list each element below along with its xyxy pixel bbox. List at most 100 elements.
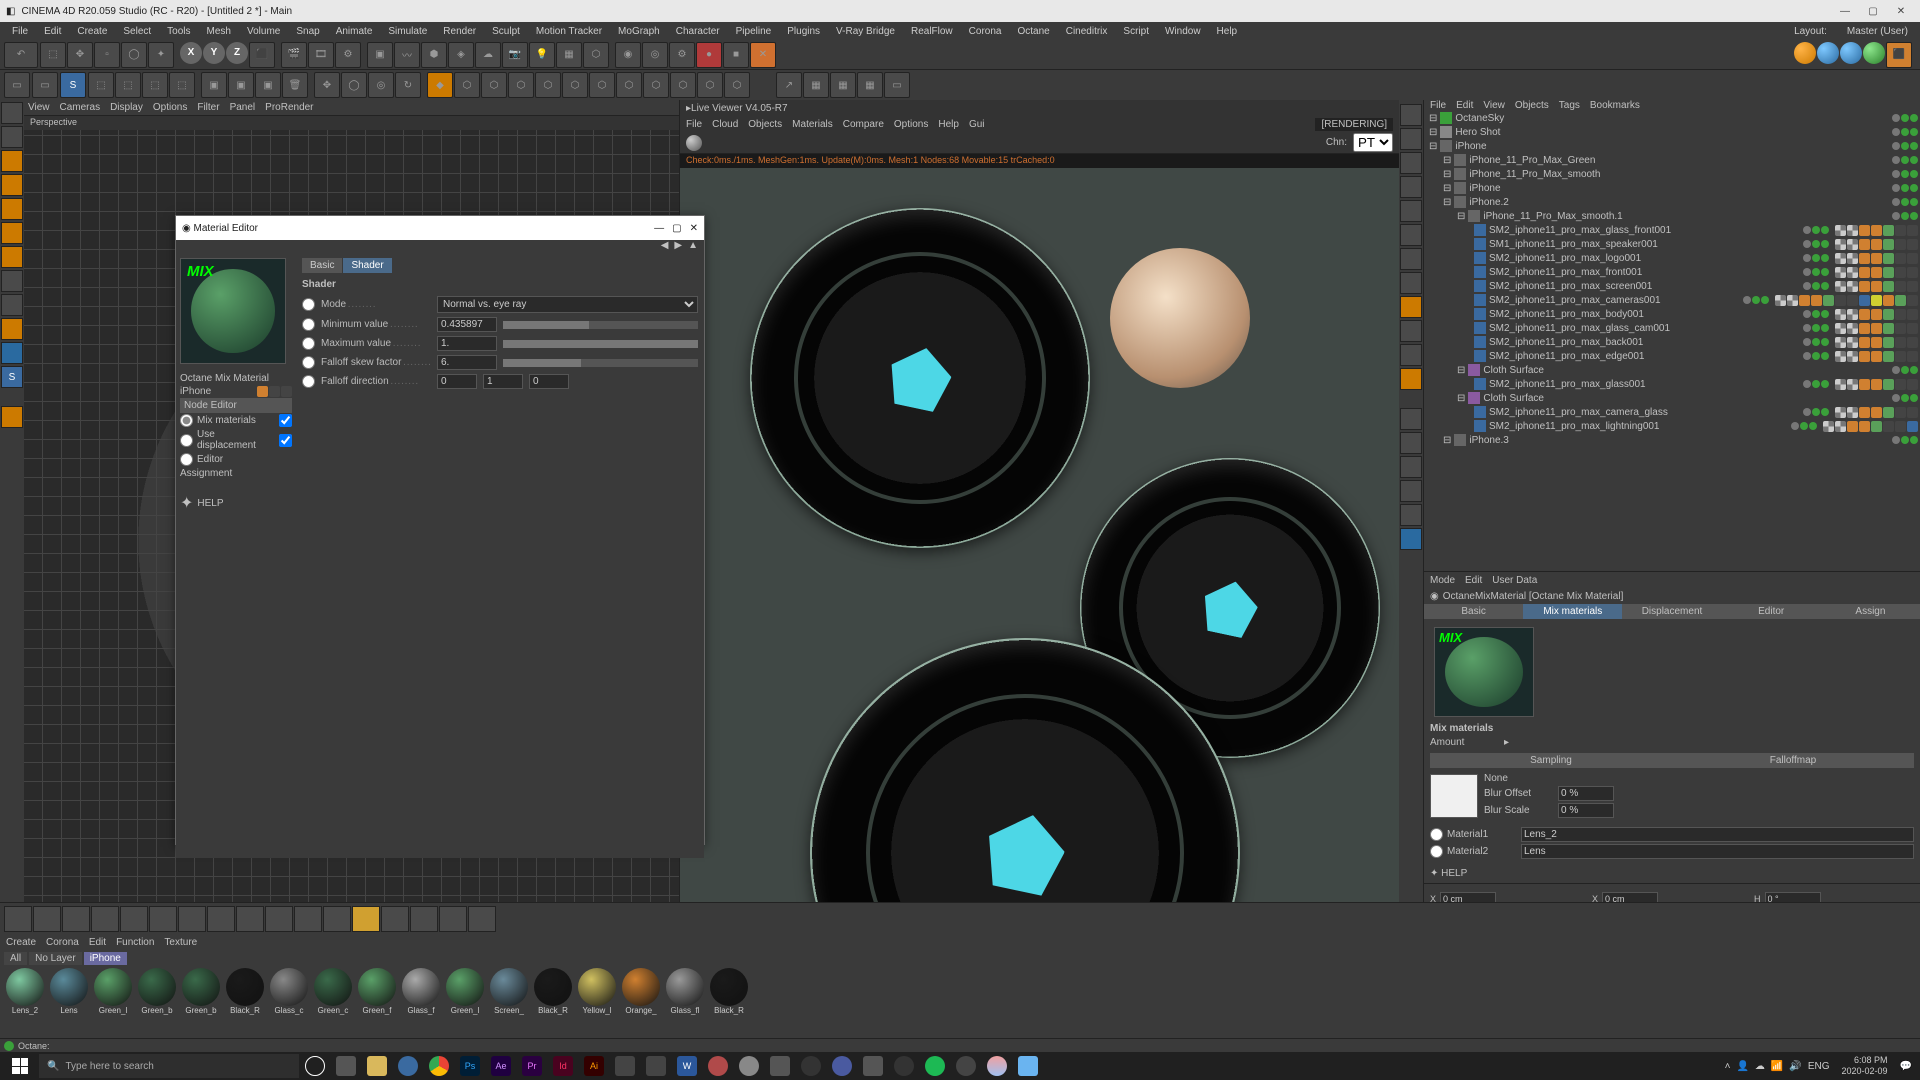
ls-poly-icon[interactable]: [1, 246, 23, 268]
app-2-icon[interactable]: [734, 1052, 764, 1080]
object-row[interactable]: ⊟iPhone_11_Pro_Max_Green: [1424, 153, 1920, 167]
spline-button[interactable]: 〰: [394, 42, 420, 68]
me-close-icon[interactable]: ✕: [690, 223, 698, 234]
me-skew-slider[interactable]: [503, 359, 698, 367]
ms-1[interactable]: [1400, 104, 1422, 126]
ms-12[interactable]: [1400, 368, 1422, 390]
me-nav-next-icon[interactable]: ▶: [674, 240, 682, 254]
me-mix-radio[interactable]: [180, 414, 193, 427]
expand-icon[interactable]: ⊟: [1457, 211, 1465, 222]
mf-nolayer[interactable]: No Layer: [29, 952, 82, 965]
menu-sculpt[interactable]: Sculpt: [484, 25, 528, 38]
pc-prev-key[interactable]: [91, 906, 119, 932]
menu-script[interactable]: Script: [1115, 25, 1157, 38]
material-item[interactable]: Screen_: [488, 968, 530, 1020]
me-node-editor-label[interactable]: Node Editor: [184, 400, 237, 411]
axis-y-toggle[interactable]: Y: [203, 42, 225, 64]
t2-btn-1[interactable]: ▭: [4, 72, 30, 98]
object-tags[interactable]: [1835, 239, 1918, 250]
object-row[interactable]: ⊟OctaneSky: [1424, 111, 1920, 125]
pc-play[interactable]: [149, 906, 177, 932]
vp-view[interactable]: View: [28, 102, 50, 113]
t2-grp1-4[interactable]: ⬚: [169, 72, 195, 98]
attr-tab-assign[interactable]: Assign: [1821, 604, 1920, 619]
menu-corona[interactable]: Corona: [961, 25, 1010, 38]
object-row[interactable]: ⊟iPhone: [1424, 181, 1920, 195]
attr-menu-userdata[interactable]: User Data: [1492, 575, 1537, 586]
me-max-input[interactable]: [437, 336, 497, 351]
field-button[interactable]: ⬡: [583, 42, 609, 68]
object-tags[interactable]: [1835, 407, 1918, 418]
cortana-icon[interactable]: [300, 1052, 330, 1080]
material-item[interactable]: Black_R: [532, 968, 574, 1020]
attr-tab-displacement[interactable]: Displacement: [1622, 604, 1721, 619]
material-item[interactable]: Green_c: [312, 968, 354, 1020]
undo-button[interactable]: ↶: [4, 42, 38, 68]
t2-node-11[interactable]: ⬡: [724, 72, 750, 98]
menu-mesh[interactable]: Mesh: [199, 25, 239, 38]
object-vis-dots[interactable]: [1791, 422, 1817, 430]
ms-13[interactable]: [1400, 408, 1422, 430]
me-fall-z[interactable]: [529, 374, 569, 389]
expand-icon[interactable]: ⊟: [1443, 435, 1451, 446]
edge-icon[interactable]: [393, 1052, 423, 1080]
explorer-icon[interactable]: [362, 1052, 392, 1080]
layout-value[interactable]: Master (User): [1839, 25, 1916, 38]
recent-tool-button[interactable]: ✦: [148, 42, 174, 68]
expand-icon[interactable]: ⊟: [1457, 393, 1465, 404]
vp-panel[interactable]: Panel: [230, 102, 256, 113]
attr-color-swatch[interactable]: [1430, 774, 1478, 818]
t2-node-9[interactable]: ⬡: [670, 72, 696, 98]
maximize-button[interactable]: ▢: [1860, 3, 1886, 19]
tray-volume-icon[interactable]: 🔊: [1789, 1061, 1801, 1072]
light-button[interactable]: 💡: [529, 42, 555, 68]
object-tags[interactable]: [1835, 323, 1918, 334]
t2-misc-5[interactable]: ▭: [884, 72, 910, 98]
pc-prev-frame[interactable]: [120, 906, 148, 932]
object-row[interactable]: SM2_iphone11_pro_max_back001: [1424, 335, 1920, 349]
object-tags[interactable]: [1835, 267, 1918, 278]
ms-8[interactable]: [1400, 272, 1422, 294]
environment-button[interactable]: ☁: [475, 42, 501, 68]
menu-help[interactable]: Help: [1209, 25, 1246, 38]
object-row[interactable]: ⊟iPhone_11_Pro_Max_smooth.1: [1424, 209, 1920, 223]
t2-node-2[interactable]: ⬡: [481, 72, 507, 98]
lv-menu-objects[interactable]: Objects: [748, 119, 782, 130]
object-row[interactable]: SM2_iphone11_pro_max_camera_glass: [1424, 405, 1920, 419]
me-min-input[interactable]: [437, 317, 497, 332]
material-item[interactable]: Lens: [48, 968, 90, 1020]
obj-menu-bookmarks[interactable]: Bookmarks: [1590, 100, 1640, 111]
material-item[interactable]: Glass_c: [268, 968, 310, 1020]
pc-go-end[interactable]: [236, 906, 264, 932]
primitive-cube-button[interactable]: ▣: [367, 42, 393, 68]
ms-10[interactable]: [1400, 320, 1422, 342]
me-mode-select[interactable]: Normal vs. eye ray: [437, 296, 698, 313]
mf-iphone[interactable]: iPhone: [84, 952, 127, 965]
app-9-icon[interactable]: [951, 1052, 981, 1080]
menu-pipeline[interactable]: Pipeline: [728, 25, 780, 38]
expand-icon[interactable]: ⊟: [1443, 197, 1451, 208]
t2-grp3-4[interactable]: ↻: [395, 72, 421, 98]
mb-function[interactable]: Function: [116, 937, 154, 948]
pc-rec-rot[interactable]: [410, 906, 438, 932]
t2-grp1-3[interactable]: ⬚: [142, 72, 168, 98]
object-vis-dots[interactable]: [1892, 436, 1918, 444]
ms-15[interactable]: [1400, 456, 1422, 478]
ms-3[interactable]: [1400, 152, 1422, 174]
tray-lang[interactable]: ENG: [1808, 1061, 1830, 1072]
material-editor-titlebar[interactable]: ◉ Material Editor — ▢ ✕: [176, 216, 704, 240]
me-min-slider[interactable]: [503, 321, 698, 329]
store-icon[interactable]: [610, 1052, 640, 1080]
t2-node-4[interactable]: ⬡: [535, 72, 561, 98]
c4d-icon[interactable]: [827, 1052, 857, 1080]
me-mix-check[interactable]: [279, 414, 292, 427]
menu-volume[interactable]: Volume: [239, 25, 288, 38]
photoshop-icon[interactable]: Ps: [455, 1052, 485, 1080]
notifications-icon[interactable]: 💬: [1900, 1061, 1912, 1072]
t2-node-7[interactable]: ⬡: [616, 72, 642, 98]
me-tab-shader[interactable]: Shader: [343, 258, 391, 273]
t2-misc-1[interactable]: ↗: [776, 72, 802, 98]
expand-icon[interactable]: ⊟: [1443, 183, 1451, 194]
pc-next-key[interactable]: [207, 906, 235, 932]
me-min-radio[interactable]: [302, 318, 315, 331]
